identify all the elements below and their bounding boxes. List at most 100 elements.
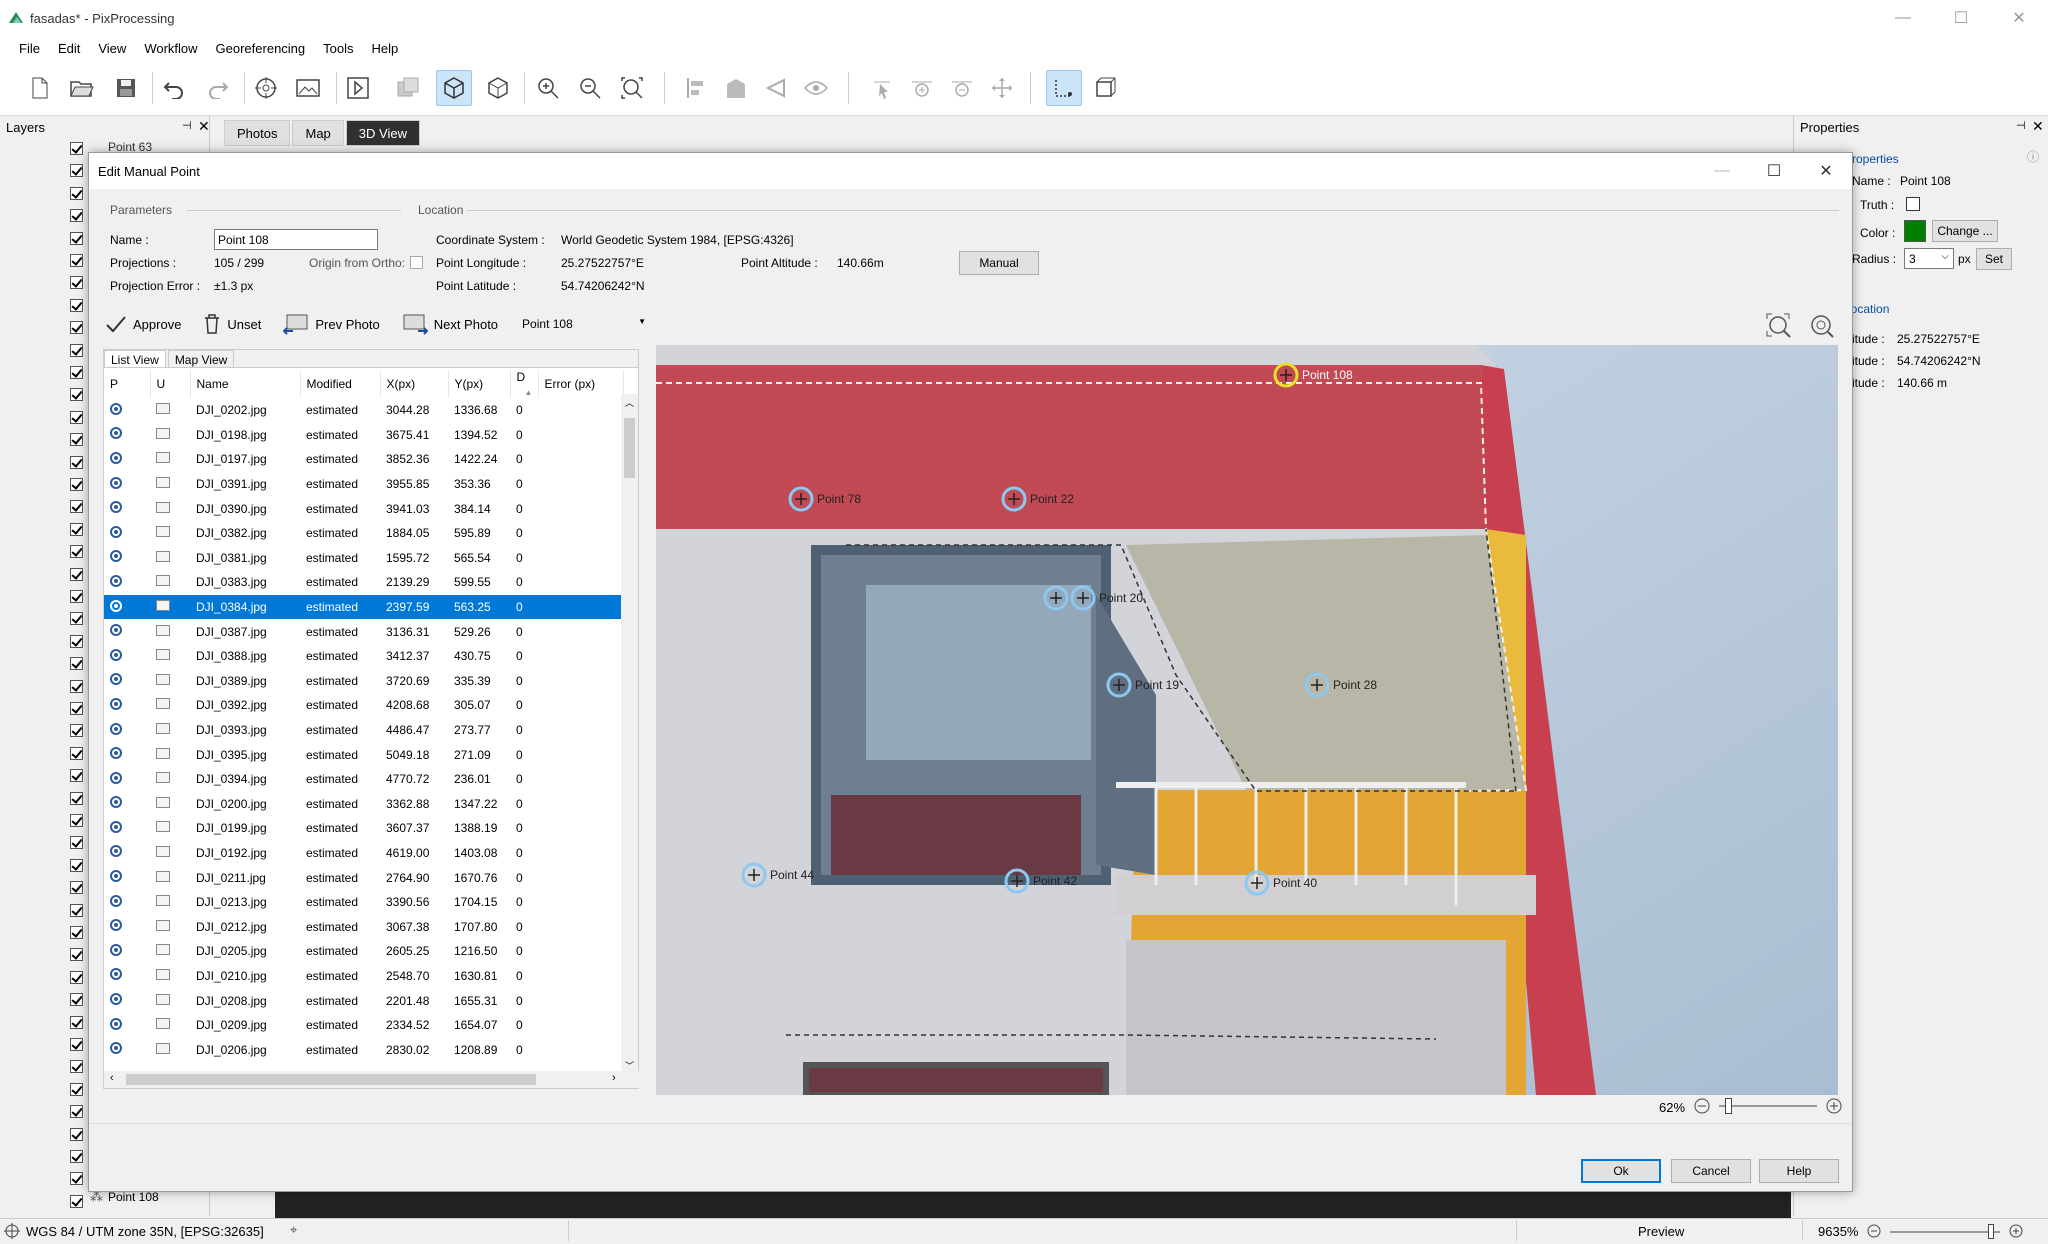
zoom-in-icon[interactable] [530, 70, 566, 106]
undo-icon[interactable] [156, 70, 192, 106]
table-row[interactable]: DJI_0199.jpg estimated 3607.37 1388.19 0 [104, 816, 623, 841]
tab-3d-view[interactable]: 3D View [345, 120, 420, 146]
col-error[interactable]: Error (px) [538, 370, 624, 398]
table-row[interactable]: DJI_0206.jpg estimated 2830.02 1208.89 0 [104, 1037, 623, 1062]
table-row[interactable]: DJI_0210.jpg estimated 2548.70 1630.81 0 [104, 964, 623, 989]
radius-spinner[interactable]: 3 ⌵ [1904, 248, 1954, 269]
redo-icon[interactable] [200, 70, 236, 106]
cube-solid-icon[interactable] [436, 70, 472, 106]
layer-checkbox[interactable] [70, 1105, 83, 1119]
table-row[interactable]: DJI_0388.jpg estimated 3412.37 430.75 0 [104, 644, 623, 669]
close-window-button[interactable]: ✕ [1990, 0, 2048, 36]
table-row[interactable]: DJI_0205.jpg estimated 2605.25 1216.50 0 [104, 939, 623, 964]
table-row[interactable]: DJI_0212.jpg estimated 3067.38 1707.80 0 [104, 914, 623, 939]
layer-checkbox[interactable] [70, 254, 83, 267]
table-row[interactable]: DJI_0198.jpg estimated 3675.41 1394.52 0 [104, 423, 623, 448]
change-color-button[interactable]: Change ... [1932, 220, 1998, 242]
save-icon[interactable] [108, 70, 144, 106]
layer-checkbox[interactable] [70, 634, 83, 648]
table-row[interactable]: DJI_0383.jpg estimated 2139.29 599.55 0 [104, 570, 623, 595]
vertical-scroll-thumb[interactable] [624, 418, 635, 478]
move-node-icon[interactable] [984, 70, 1020, 106]
layer-checkbox[interactable] [70, 702, 83, 715]
layer-checkbox[interactable] [70, 926, 83, 939]
minimize-button[interactable]: — [1874, 0, 1932, 36]
layer-checkbox[interactable] [70, 993, 83, 1007]
menu-workflow[interactable]: Workflow [135, 41, 206, 56]
layer-checkbox[interactable] [70, 231, 83, 245]
origin-ortho-checkbox[interactable] [410, 256, 423, 269]
eye-icon[interactable] [798, 70, 834, 106]
table-row[interactable]: DJI_0200.jpg estimated 3362.88 1347.22 0 [104, 792, 623, 817]
table-row[interactable]: DJI_0394.jpg estimated 4770.72 236.01 0 [104, 767, 623, 792]
close-properties-icon[interactable]: ✕ [2032, 118, 2044, 135]
scroll-left-icon[interactable]: ‹ [110, 1072, 114, 1084]
table-row[interactable]: DJI_0209.jpg estimated 2334.52 1654.07 0 [104, 1013, 623, 1038]
table-row[interactable]: DJI_0389.jpg estimated 3720.69 335.39 0 [104, 669, 623, 694]
cone-icon[interactable] [758, 70, 794, 106]
cancel-button[interactable]: Cancel [1671, 1159, 1751, 1183]
layer-checkbox[interactable] [70, 1127, 83, 1141]
layer-checkbox[interactable] [70, 567, 83, 581]
layer-checkbox[interactable] [70, 455, 83, 469]
table-row[interactable]: DJI_0390.jpg estimated 3941.03 384.14 0 [104, 496, 623, 521]
col-d[interactable]: D ▲ [510, 370, 539, 398]
truth-checkbox[interactable] [1906, 197, 1920, 211]
col-y[interactable]: Y(px) [448, 370, 511, 398]
status-zoom-slider[interactable] [1890, 1231, 2000, 1233]
pin-icon[interactable]: ⊣ [2016, 119, 2026, 132]
next-photo-button[interactable]: Next Photo [402, 313, 498, 335]
layer-checkbox[interactable] [70, 186, 83, 200]
3d-view-canvas[interactable] [275, 1190, 1791, 1218]
align-icon[interactable] [678, 70, 714, 106]
prev-photo-button[interactable]: Prev Photo [283, 313, 380, 335]
layer-checkbox[interactable] [70, 276, 83, 290]
layer-checkbox[interactable] [70, 545, 83, 559]
remove-node-icon[interactable] [944, 70, 980, 106]
tab-list-view[interactable]: List View [104, 350, 166, 367]
layer-checkbox[interactable] [70, 1194, 83, 1208]
layer-checkbox[interactable] [70, 590, 83, 603]
zoom-slider-thumb[interactable] [1725, 1098, 1732, 1114]
approve-button[interactable]: Approve [105, 315, 181, 333]
layer-checkbox[interactable] [70, 881, 83, 895]
layer-checkbox[interactable] [70, 142, 83, 155]
measure-point-icon[interactable] [1046, 70, 1082, 106]
close-layers-icon[interactable]: ✕ [198, 118, 210, 135]
tab-map-view[interactable]: Map View [167, 350, 235, 367]
vertical-scrollbar[interactable]: ︿ ﹀ [621, 394, 638, 1074]
table-row[interactable]: DJI_0384.jpg estimated 2397.59 563.25 0 [104, 594, 623, 620]
col-x[interactable]: X(px) [380, 370, 449, 398]
col-u[interactable]: U [150, 370, 191, 398]
layer-checkbox[interactable] [70, 164, 83, 178]
col-p[interactable]: P [104, 370, 151, 398]
table-row[interactable]: DJI_0211.jpg estimated 2764.90 1670.76 0 [104, 865, 623, 890]
point-select[interactable]: Point 108 ▼ [520, 313, 650, 335]
set-radius-button[interactable]: Set [1976, 248, 2012, 270]
table-row[interactable]: DJI_0392.jpg estimated 4208.68 305.07 0 [104, 693, 623, 718]
layer-checkbox[interactable] [70, 858, 83, 872]
layer-checkbox[interactable] [70, 410, 83, 424]
dialog-close-button[interactable]: ✕ [1800, 153, 1852, 189]
building-icon[interactable] [718, 70, 754, 106]
status-zoom-in-icon[interactable] [2008, 1223, 2024, 1239]
layer-checkbox[interactable] [70, 1038, 83, 1051]
image-icon[interactable] [290, 70, 326, 106]
layer-checkbox[interactable] [70, 500, 83, 514]
help-button[interactable]: Help [1759, 1159, 1839, 1183]
table-row[interactable]: DJI_0381.jpg estimated 1595.72 565.54 0 [104, 546, 623, 571]
layer-checkbox[interactable] [70, 948, 83, 962]
table-row[interactable]: DJI_0393.jpg estimated 4486.47 273.77 0 [104, 718, 623, 743]
layer-checkbox[interactable] [70, 657, 83, 671]
layer-checkbox[interactable] [70, 1060, 83, 1074]
zoom-slider-track[interactable] [1719, 1105, 1817, 1107]
table-row[interactable]: DJI_0197.jpg estimated 3852.36 1422.24 0 [104, 447, 623, 472]
layer-checkbox[interactable] [70, 522, 83, 536]
layer-checkbox[interactable] [70, 433, 83, 447]
layers-copy-icon[interactable] [390, 70, 426, 106]
fit-view-icon[interactable] [1766, 313, 1792, 339]
menu-tools[interactable]: Tools [314, 41, 362, 56]
layer-checkbox[interactable] [70, 478, 83, 491]
menu-file[interactable]: File [10, 41, 49, 56]
col-name[interactable]: Name [190, 370, 301, 398]
